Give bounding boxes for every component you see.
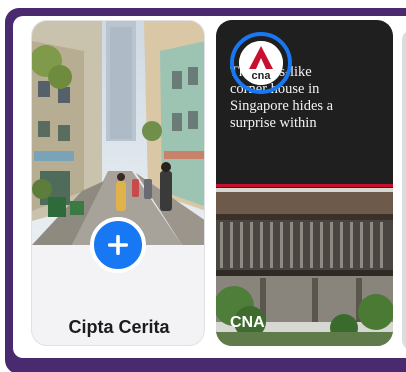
cna-logo-icon: cna	[239, 41, 283, 85]
logo-text: cna	[252, 70, 272, 82]
cna-logo-avatar: cna	[239, 41, 283, 85]
create-story-label: Cipta Cerita	[68, 317, 170, 337]
create-story-photo	[32, 21, 204, 245]
news-story-card[interactable]: The glass-like corner house in Singapore…	[216, 20, 393, 346]
create-story-card[interactable]: Cipta Cerita	[31, 20, 205, 346]
plus-icon	[108, 235, 128, 255]
add-story-button[interactable]	[90, 217, 146, 273]
next-story-card-edge[interactable]	[402, 30, 406, 350]
news-headline-line: Singapore hides a	[230, 98, 334, 114]
news-avatar-ring[interactable]: cna	[230, 32, 292, 94]
news-divider	[216, 184, 393, 187]
news-source-label: CNA	[230, 314, 265, 331]
stories-frame: Cipta Cerita The glass-like corner house…	[0, 0, 406, 372]
news-headline-line: surprise within	[230, 115, 317, 131]
